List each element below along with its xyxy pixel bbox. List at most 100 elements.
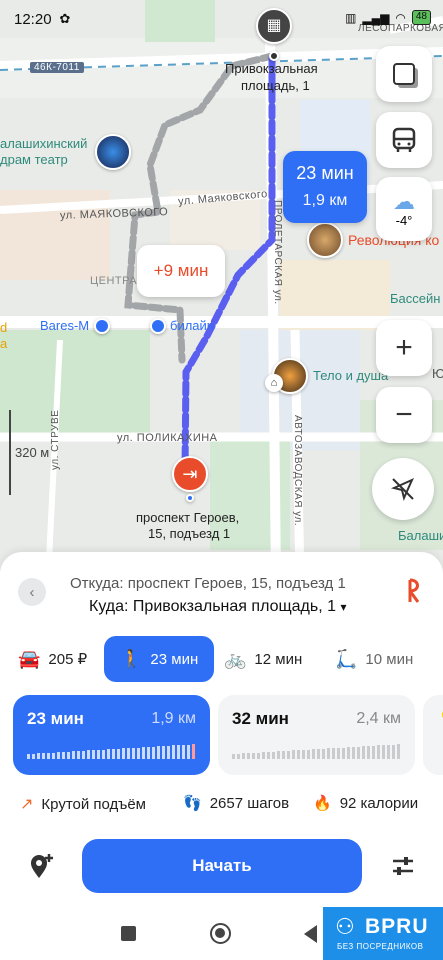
destination-label-line2: площадь, 1 [241,78,310,93]
home-button[interactable] [210,923,231,944]
poi-label-left-d: d [0,320,8,335]
elevation-bar [347,747,350,759]
add-stop-button[interactable] [27,852,55,880]
tab-taxi[interactable]: 🚘 205 ₽ [18,636,87,682]
elevation-bar [327,748,330,759]
layers-icon [393,63,415,85]
elevation-bar [272,752,275,759]
info-climb-label: Крутой подъём [41,795,146,813]
elevation-bar [62,752,65,759]
recent-apps-button[interactable] [121,926,136,941]
elevation-bar [182,745,185,759]
tab-walk[interactable]: 🚶 23 мин [104,636,214,682]
zoom-out-button[interactable]: − [376,387,432,443]
tab-bike[interactable]: 🚲 12 мин [224,636,302,682]
route-to-label: Куда: Привокзальная площадь, 1 [89,598,336,615]
add-location-icon [31,854,53,878]
route-card-third[interactable]: 💡 [423,695,443,775]
elevation-bar [292,750,295,759]
poi-label-pool[interactable]: Бассейн [390,291,440,306]
back-nav-button[interactable] [304,925,317,943]
elevation-bar [372,746,375,759]
cafe-poi-icon[interactable] [307,222,343,258]
elevation-bar [277,751,280,759]
route-card-distance: 2,4 км [356,710,401,727]
poi-label-body-soul[interactable]: Тело и душа [313,368,388,383]
route-to[interactable]: Куда: Привокзальная площадь, 1 ▾ [89,598,346,616]
theatre-poi-icon[interactable] [95,134,131,170]
bpru-watermark: ⚇ BPRU БЕЗ ПОСРЕДНИКОВ [323,907,443,960]
elevation-bar [47,753,50,759]
poi-label-bares[interactable]: Bares-M [40,318,89,333]
elevation-bar [232,754,235,759]
tab-scooter[interactable]: 🛴 10 мин [335,636,413,682]
elevation-bar [302,750,305,759]
elevation-bar [77,751,80,759]
start-button[interactable]: Начать [82,839,362,893]
elevation-bar [287,751,290,759]
zoom-in-button[interactable]: + [376,320,432,376]
elevation-bar [167,746,170,759]
elevation-bar [147,747,150,759]
street-label-struve: ул. СТРУВЕ [50,409,61,470]
location-button[interactable] [372,458,434,520]
bares-pin-icon[interactable] [94,318,110,334]
bike-icon: 🚲 [224,648,247,669]
elevation-bar [392,745,395,759]
scooter-icon: 🛴 [335,648,358,669]
route-bubble[interactable]: 23 мин 1,9 км [283,151,367,223]
elevation-bar [342,748,345,759]
poi-label-beeline[interactable]: билайн [170,318,214,333]
plus-icon: + [395,331,413,364]
elevation-bar [117,749,120,759]
home-circle-icon [215,928,225,938]
elevation-bar [157,746,160,759]
info-calories: 🔥 92 калории [313,794,418,813]
start-label-line1: проспект Героев, [136,510,240,525]
elevation-bar [122,748,125,759]
elevation-bar [112,749,115,759]
battery-icon: 48 [411,10,431,25]
tab-taxi-label: 205 ₽ [48,651,88,668]
bpru-brand: BPRU [365,915,429,938]
home-icon: ⌂ [265,374,283,392]
layers-button[interactable] [376,46,432,102]
beeline-pin-icon[interactable] [150,318,166,334]
people-logo-icon: ⚇ [335,914,355,939]
elevation-bar [247,753,250,759]
elevation-bar [187,745,190,759]
route-settings-button[interactable] [390,853,416,879]
route-card-selected[interactable]: 23 мин 1,9 км [13,695,210,775]
elevation-bar [127,748,130,759]
elevation-bar [332,748,335,759]
elevation-bar [152,747,155,759]
map-view[interactable]: 46К-7011 ЛЕСОПАРКОВАЯ Привокзальная площ… [0,0,443,580]
yandex-logo-icon [406,578,420,604]
route-bubble-distance: 1,9 км [302,192,348,209]
elevation-bar [312,749,315,759]
elevation-bar [162,746,165,759]
route-from[interactable]: Откуда: проспект Героев, 15, подъезд 1 [70,575,346,592]
navigation-off-icon [390,478,414,502]
elevation-bar [87,750,90,759]
tab-bike-label: 12 мин [254,650,303,668]
lightbulb-icon: 💡 [437,709,443,729]
back-button[interactable]: ‹ [18,578,46,606]
transport-button[interactable] [376,112,432,168]
elevation-bar [97,750,100,759]
destination-label-line1: Привокзальная [225,61,318,76]
route-card-alternative[interactable]: 32 мин 2,4 км [218,695,415,775]
weather-widget[interactable]: ☁ -4° [376,177,432,241]
route-bubble-time: 23 мин [296,163,354,183]
footsteps-icon: 👣 [183,795,202,812]
elevation-bar [42,753,45,759]
wifi-icon: ◠ [395,10,406,25]
weather-temperature: -4° [395,212,413,228]
elevation-bar [27,754,30,759]
transport-tabs: 🚘 205 ₽ 🚶 23 мин 🚲 12 мин 🛴 10 мин [0,636,443,682]
poi-label-left-a: a [0,336,8,351]
start-exit-icon[interactable]: ⇥ [172,456,208,492]
alt-route-bubble[interactable]: +9 мин [137,245,225,297]
elevation-bar [352,747,355,759]
elevation-bar [57,752,60,759]
